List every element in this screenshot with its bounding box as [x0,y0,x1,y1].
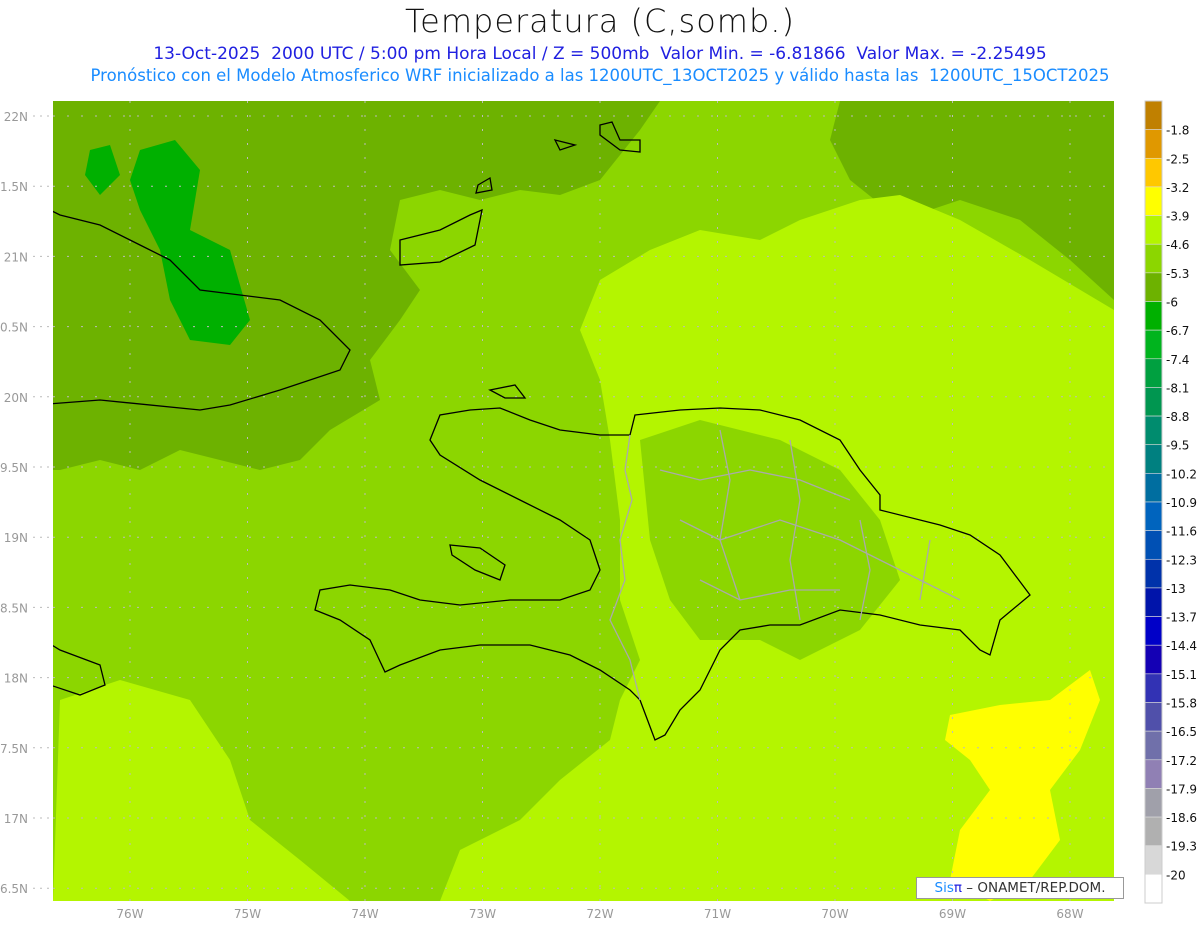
colorbar-label: -19.3 [1166,840,1197,854]
longitude-labels: 76W 75W 74W 73W 72W 71W 70W 69W 68W [116,907,1083,921]
latitude-labels: 22N 1.5N 21N 0.5N 20N 9.5N 19N 8.5N 18N 7.5N 17N 6.… [0,110,53,896]
colorbar-label: -14.4 [1166,639,1197,653]
colorbar-label: -9.5 [1166,439,1189,453]
lon-label: 69W [939,907,966,921]
colorbar-label: -15.8 [1166,697,1197,711]
colorbar-swatch [1144,157,1163,188]
colorbar-label: -3.9 [1166,210,1189,224]
lat-label: 17N [4,812,28,826]
lon-label: 73W [469,907,496,921]
colorbar-swatch [1144,444,1163,474]
colorbar-swatch [1144,616,1163,646]
lon-label: 75W [234,907,261,921]
colorbar-label: -10.2 [1166,467,1197,481]
colorbar-swatch [1144,329,1163,360]
colorbar-label: -6 [1166,296,1178,310]
colorbar-label: -1.8 [1166,124,1189,138]
colorbar-swatch [1144,874,1163,904]
colorbar-label: -3.2 [1166,181,1189,195]
colorbar-label: -10.9 [1166,496,1197,510]
lon-label: 71W [704,907,731,921]
credit-sis: Sis [934,880,954,896]
lon-label: 72W [586,907,613,921]
colorbar-swatch [1144,215,1163,245]
colorbar-swatch [1144,587,1163,617]
colorbar-label: -13 [1166,582,1186,596]
colorbar-swatch [1144,100,1163,130]
colorbar-swatch [1144,415,1163,446]
colorbar-swatch [1144,473,1163,503]
colorbar-swatch [1144,816,1163,847]
colorbar-label: -12.3 [1166,553,1197,567]
colorbar-swatch [1144,788,1163,818]
colorbar-swatch [1144,644,1163,675]
lon-label: 76W [116,907,143,921]
colorbar-label: -13.7 [1166,611,1197,625]
colorbar-swatch [1144,358,1163,388]
colorbar-label: -7.4 [1166,353,1189,367]
colorbar-label: -2.5 [1166,152,1189,166]
colorbar-label: -11.6 [1166,525,1197,539]
colorbar-swatch [1144,759,1163,789]
colorbar-swatch [1144,129,1163,159]
lat-label: 18N [4,672,28,686]
colorbar-swatch [1144,530,1163,560]
lat-label: 0.5N [0,321,28,335]
colorbar: -1.8 -2.5 -3.2 -3.9 -4.6 -5.3 -6 -6.7 -7.4 -8.1 -8… [1144,100,1197,904]
lat-label: 8.5N [0,601,28,615]
credit-box: Sisπ – ONAMET/REP.DOM. [916,877,1124,899]
lat-label: 22N [4,110,28,124]
colorbar-label: -4.6 [1166,238,1189,252]
lat-label: 6.5N [0,882,28,896]
colorbar-label: -18.6 [1166,811,1197,825]
colorbar-label: -16.5 [1166,725,1197,739]
colorbar-swatch [1144,186,1163,216]
colorbar-label: -20 [1166,868,1186,882]
lon-label: 68W [1056,907,1083,921]
pi-logo: π [953,880,963,896]
lat-label: 21N [4,250,28,264]
colorbar-swatch [1144,501,1163,531]
colorbar-swatch [1144,387,1163,417]
colorbar-label: -17.9 [1166,782,1197,796]
lat-label: 9.5N [0,461,28,475]
colorbar-label: -15.1 [1166,668,1197,682]
colorbar-label: -6.7 [1166,324,1189,338]
colorbar-label: -5.3 [1166,267,1189,281]
lon-label: 70W [821,907,848,921]
lat-label: 19N [4,531,28,545]
colorbar-label: -17.2 [1166,754,1197,768]
lat-label: 1.5N [0,180,28,194]
colorbar-swatch [1144,702,1163,732]
lat-label: 7.5N [0,742,28,756]
colorbar-swatch [1144,243,1163,274]
credit-org: – ONAMET/REP.DOM. [962,880,1106,896]
temperature-map: 22N 1.5N 21N 0.5N 20N 9.5N 19N 8.5N 18N 7.5N 17N 6.… [0,100,1197,921]
shaded-field [53,101,1114,901]
colorbar-swatch [1144,301,1163,331]
colorbar-swatch [1144,272,1163,302]
lat-label: 20N [4,391,28,405]
lon-label: 74W [351,907,378,921]
colorbar-label: -8.1 [1166,381,1189,395]
colorbar-swatch [1144,673,1163,703]
colorbar-swatch [1144,558,1163,589]
colorbar-swatch [1144,845,1163,875]
colorbar-label: -8.8 [1166,410,1189,424]
colorbar-swatch [1144,730,1163,761]
